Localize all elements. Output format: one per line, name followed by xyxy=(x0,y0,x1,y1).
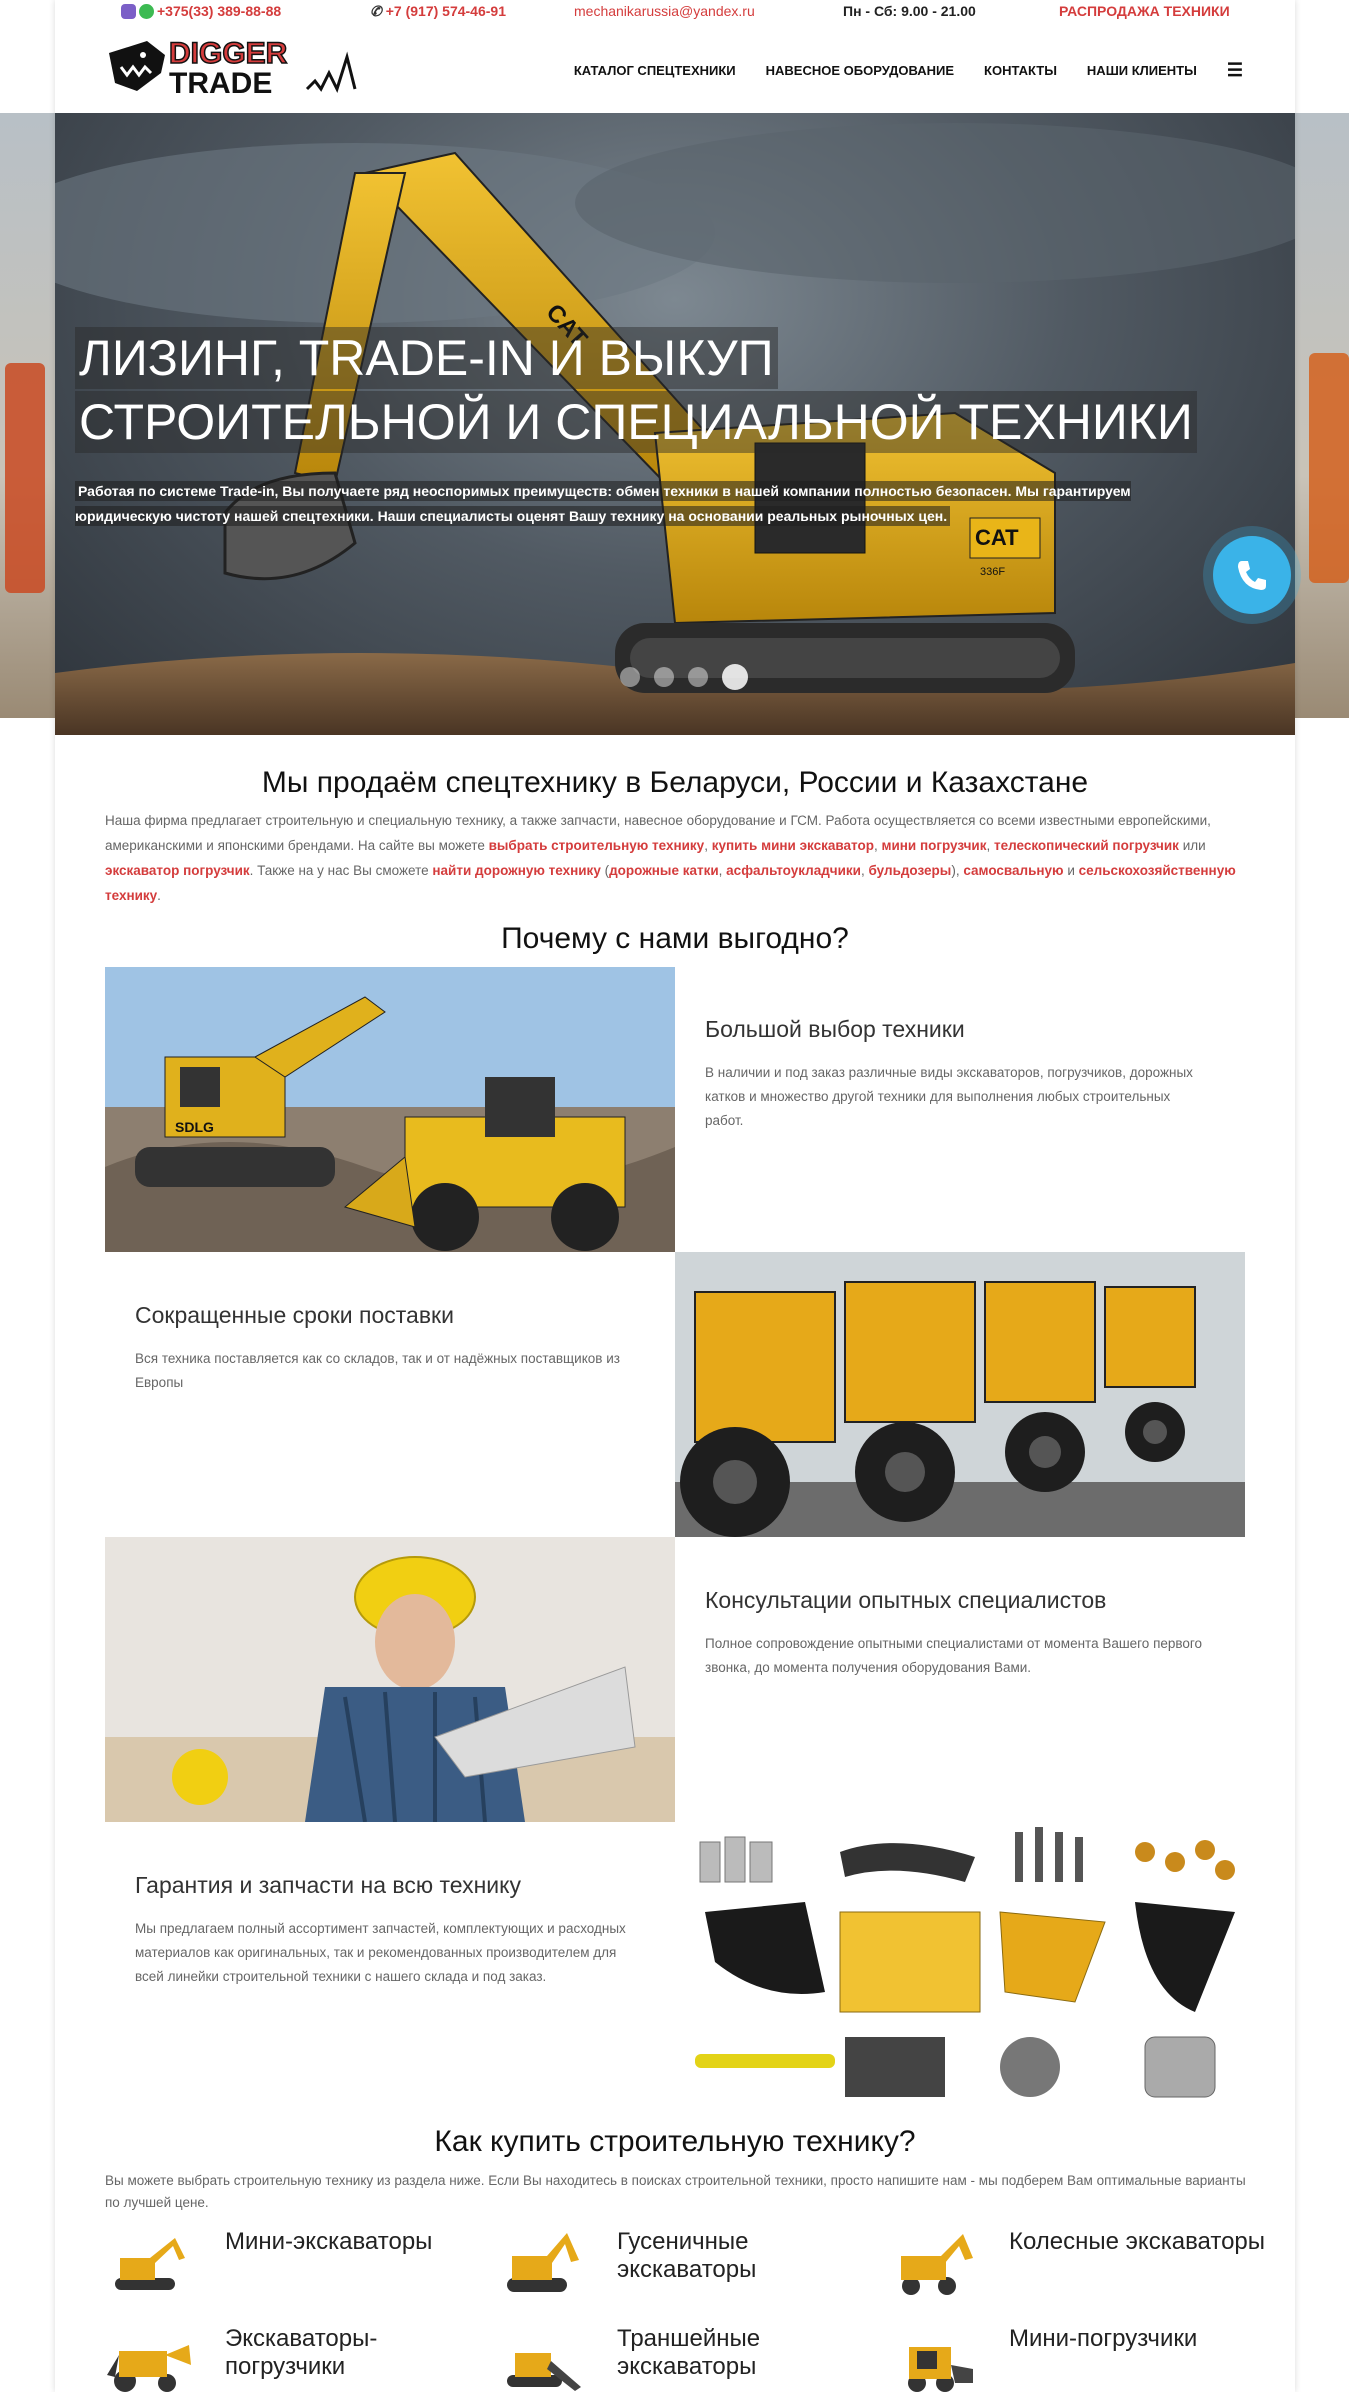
category-label: Экскаваторы-погрузчики xyxy=(225,2325,378,2380)
feature-text: Вся техника поставляется как со складов,… xyxy=(135,1351,620,1390)
intro-text: Наша фирма предлагает строительную и спе… xyxy=(105,808,1245,908)
intro-t10: ), xyxy=(951,863,964,878)
intro-t5: или xyxy=(1178,838,1206,853)
logo-line1: DIGGER xyxy=(169,37,288,70)
callback-button[interactable] xyxy=(1213,536,1291,614)
feature-image-backhoes-row xyxy=(675,1252,1245,1537)
phone2-link[interactable]: ✆ +7 (917) 574-46-91 xyxy=(370,3,506,20)
category-trench-excavators[interactable]: Траншейные экскаваторы xyxy=(497,2325,877,2392)
hero-background-left xyxy=(0,113,55,718)
link-choose-equipment[interactable]: выбрать строительную технику xyxy=(489,838,705,853)
sdlg-brand: SDLG xyxy=(175,1119,214,1135)
hero-title: ЛИЗИНГ, TRADE-IN И ВЫКУП СТРОИТЕЛЬНОЙ И … xyxy=(75,327,1197,455)
crawler-excavator-icon xyxy=(507,2233,579,2292)
nav-attachments[interactable]: НАВЕСНОЕ ОБОРУДОВАНИЕ xyxy=(766,63,954,78)
phone-viber-whatsapp[interactable]: +375(33) 389-88-88 xyxy=(121,3,281,19)
working-hours: Пн - Сб: 9.00 - 21.00 xyxy=(843,3,976,19)
bars-icon[interactable]: ☰ xyxy=(1227,60,1243,81)
slider-dot-2[interactable] xyxy=(654,667,674,687)
feature-title: Гарантия и запчасти на всю технику xyxy=(135,1872,521,1898)
slider-dot-3[interactable] xyxy=(688,667,708,687)
phone2-text: +7 (917) 574-46-91 xyxy=(385,3,506,19)
intro-t2: , xyxy=(704,838,712,853)
slider-dot-4[interactable] xyxy=(722,664,748,690)
category-wheeled-excavators[interactable]: Колесные экскаваторы xyxy=(889,2228,1269,2298)
buy-heading: Как купить строительную технику? xyxy=(434,2125,916,2158)
trench-excavator-icon xyxy=(507,2353,581,2391)
buy-text: Вы можете выбрать строительную технику и… xyxy=(105,2173,1246,2210)
body-model: 336F xyxy=(980,566,1005,578)
phone-call-icon xyxy=(1238,561,1266,590)
category-mini-excavators[interactable]: Мини-экскаваторы xyxy=(105,2228,485,2298)
page-container: +375(33) 389-88-88 ✆ +7 (917) 574-46-91 m… xyxy=(55,0,1295,2392)
feature-title: Сокращенные сроки поставки xyxy=(135,1302,454,1328)
intro-t9: , xyxy=(860,863,869,878)
category-label: Мини-погрузчики xyxy=(1009,2325,1198,2352)
feature-wide-choice: Большой выбор техники В наличии и под за… xyxy=(705,1016,1205,1133)
link-road-rollers[interactable]: дорожные катки xyxy=(609,863,719,878)
feature-image-specialist xyxy=(105,1537,675,1822)
category-backhoe-loaders[interactable]: Экскаваторы-погрузчики xyxy=(105,2325,485,2392)
slider-dot-1[interactable] xyxy=(620,667,640,687)
hero-background-right xyxy=(1295,113,1349,718)
link-bulldozers[interactable]: бульдозеры xyxy=(869,863,952,878)
hero-slider: CAT CAT 336F ЛИЗИНГ, TRADE-IN И ВЫКУП СТ… xyxy=(55,113,1295,735)
nav-contacts[interactable]: КОНТАКТЫ xyxy=(984,63,1057,78)
feature-short-delivery: Сокращенные сроки поставки Вся техника п… xyxy=(135,1302,635,1395)
link-mini-excavator[interactable]: купить мини экскаватор xyxy=(712,838,874,853)
digger-trade-logo[interactable]: DIGGER TRADE xyxy=(107,33,367,103)
top-contact-bar: +375(33) 389-88-88 ✆ +7 (917) 574-46-91 m… xyxy=(55,0,1295,26)
category-label: Колесные экскаваторы xyxy=(1009,2228,1266,2255)
slider-dots xyxy=(620,664,748,690)
feature-title: Большой выбор техники xyxy=(705,1016,965,1042)
intro-t11: и xyxy=(1063,863,1079,878)
link-backhoe-loader[interactable]: экскаватор погрузчик xyxy=(105,863,250,878)
intro-t7: ( xyxy=(600,863,610,878)
intro-t4: , xyxy=(986,838,994,853)
nav-catalog[interactable]: КАТАЛОГ СПЕЦТЕХНИКИ xyxy=(574,63,736,78)
feature-title: Консультации опытных специалистов xyxy=(705,1587,1107,1613)
nav-clients[interactable]: НАШИ КЛИЕНТЫ xyxy=(1087,63,1197,78)
mini-excavator-icon xyxy=(115,2238,185,2290)
hero-title-line2: СТРОИТЕЛЬНОЙ И СПЕЦИАЛЬНОЙ ТЕХНИКИ xyxy=(75,391,1197,453)
why-heading: Почему с нами выгодно? xyxy=(501,922,849,955)
hero-title-line1: ЛИЗИНГ, TRADE-IN И ВЫКУП xyxy=(75,327,778,389)
category-skid-steer-loaders[interactable]: Мини-погрузчики xyxy=(889,2325,1269,2392)
link-pavers[interactable]: асфальтоукладчики xyxy=(726,863,861,878)
link-road-equipment[interactable]: найти дорожную технику xyxy=(432,863,600,878)
feature-text: Полное сопровождение опытными специалист… xyxy=(705,1636,1203,1675)
intro-t12: . xyxy=(157,888,161,903)
link-dump-trucks[interactable]: самосвальную xyxy=(963,863,1063,878)
intro-t6: . Также на у нас Вы сможете xyxy=(249,863,433,878)
phone1-text: +375(33) 389-88-88 xyxy=(157,3,282,19)
whatsapp-icon xyxy=(139,3,154,19)
hero-subtitle-text: Работая по системе Trade-in, Вы получает… xyxy=(75,481,1131,526)
phone-icon: ✆ xyxy=(370,3,382,19)
intro-heading: Мы продаём спецтехнику в Беларуси, Росси… xyxy=(261,766,1089,799)
link-mini-loader[interactable]: мини погрузчик xyxy=(881,838,986,853)
category-crawler-excavators[interactable]: Гусеничные экскаваторы xyxy=(497,2228,877,2298)
wheeled-excavator-icon xyxy=(901,2234,973,2295)
feature-text: Мы предлагаем полный ассортимент запчаст… xyxy=(135,1921,626,1984)
main-nav: КАТАЛОГ СПЕЦТЕХНИКИ НАВЕСНОЕ ОБОРУДОВАНИ… xyxy=(574,60,1243,81)
feature-image-spare-parts xyxy=(675,1822,1245,2107)
category-label: Мини-экскаваторы xyxy=(225,2228,433,2255)
feature-image-wide-choice: SDLG xyxy=(105,967,675,1252)
hero-subtitle: Работая по системе Trade-in, Вы получает… xyxy=(75,479,1195,529)
logo-line2: TRADE xyxy=(169,67,272,100)
category-label: Гусеничные экскаваторы xyxy=(617,2228,757,2283)
feature-text: В наличии и под заказ различные виды экс… xyxy=(705,1065,1193,1128)
viber-icon xyxy=(121,3,136,19)
email-link[interactable]: mechanikarussia@yandex.ru xyxy=(574,3,755,19)
backhoe-loader-icon xyxy=(107,2345,191,2392)
sale-link[interactable]: РАСПРОДАЖА ТЕХНИКИ xyxy=(1059,3,1230,19)
feature-warranty-parts: Гарантия и запчасти на всю технику Мы пр… xyxy=(135,1872,635,1989)
skid-steer-icon xyxy=(908,2347,973,2392)
link-telehandler[interactable]: телескопический погрузчик xyxy=(994,838,1179,853)
feature-consultations: Консультации опытных специалистов Полное… xyxy=(705,1587,1205,1680)
category-label: Траншейные экскаваторы xyxy=(617,2325,761,2380)
